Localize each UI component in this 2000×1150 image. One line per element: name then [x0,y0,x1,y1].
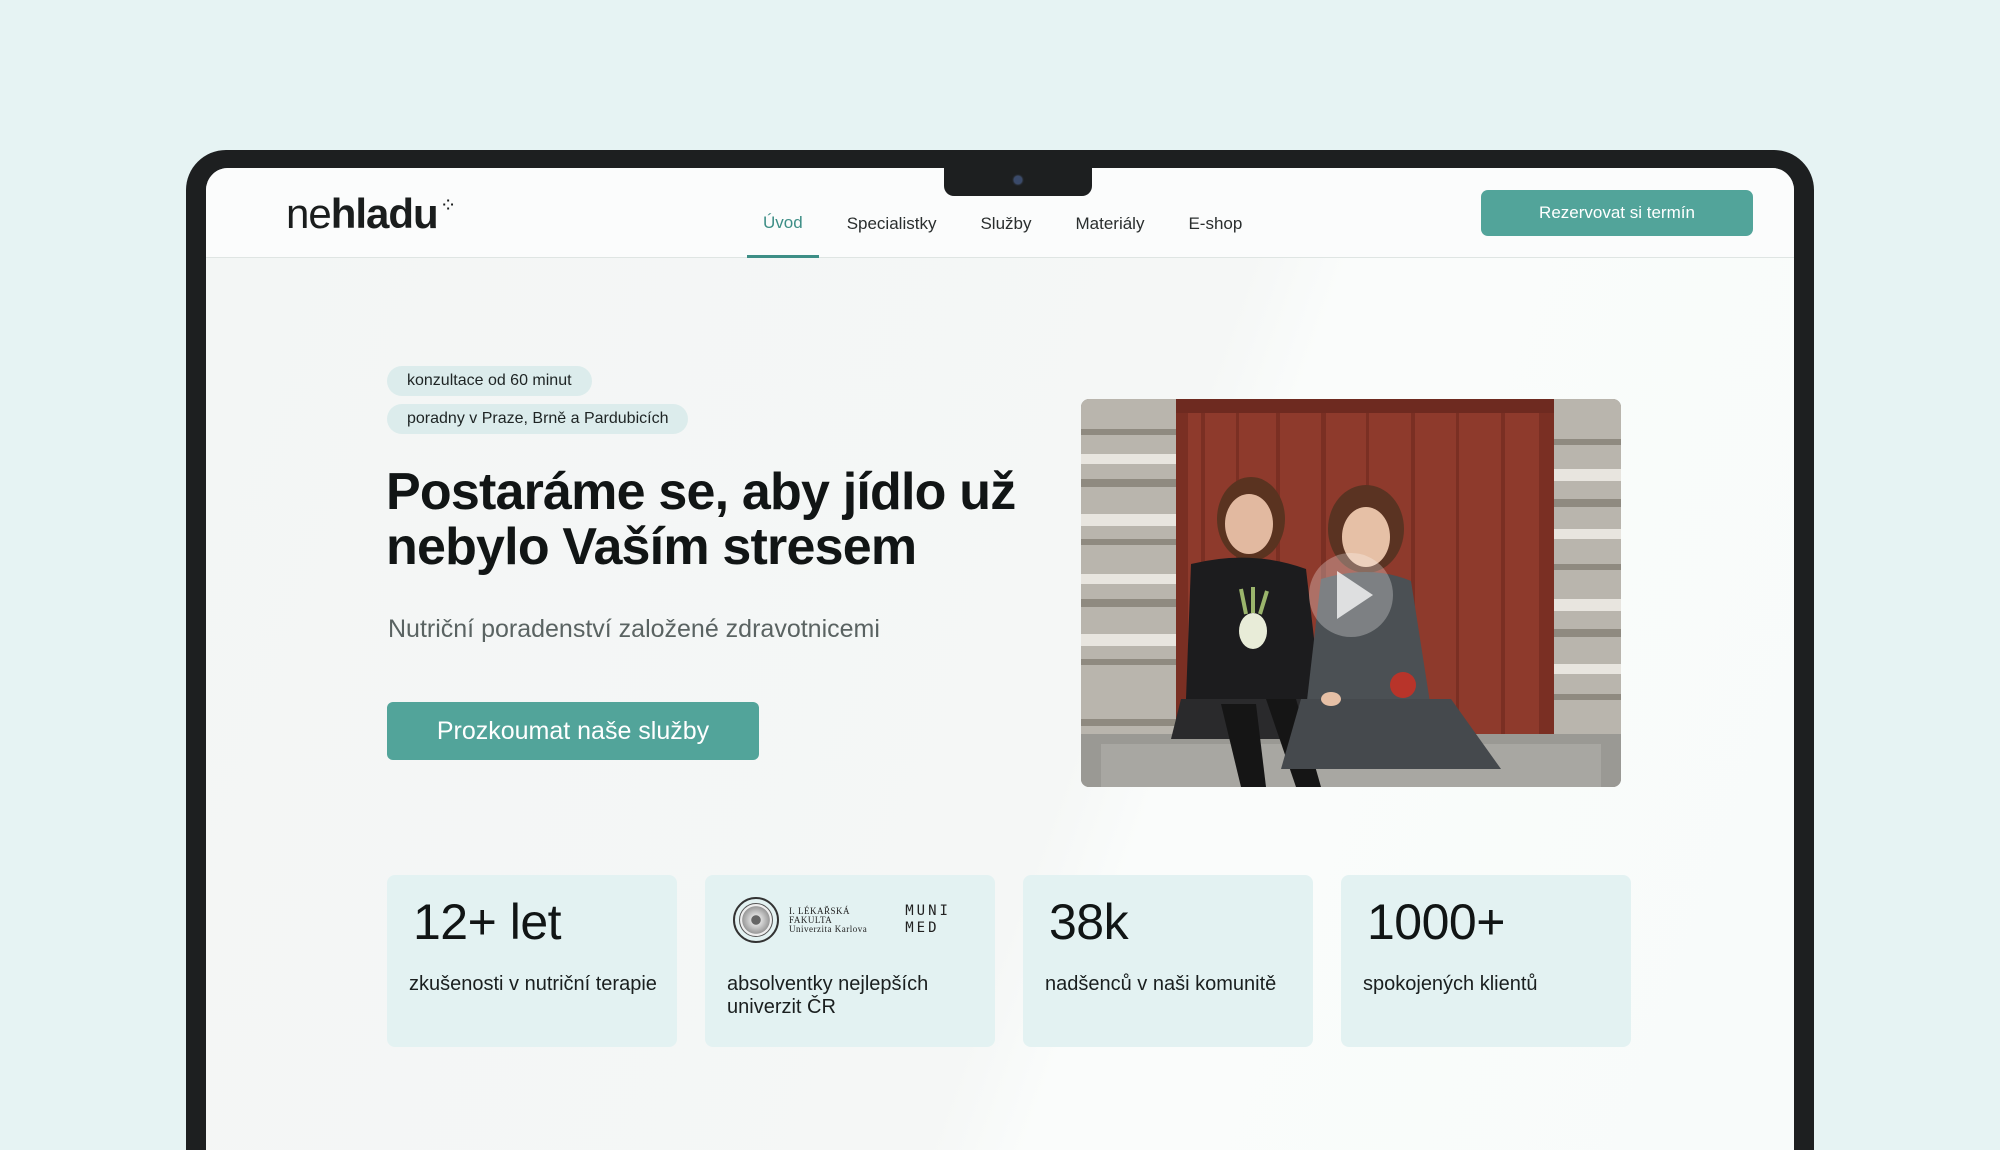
muni-med-logo: MUNI MED [905,903,951,936]
stat-label: zkušenosti v nutriční terapie [409,973,657,995]
nav-item-sluzby[interactable]: Služby [964,190,1047,258]
university-logos: I. LÉKAŘSKÁ FAKULTA Univerzita Karlova M… [733,895,973,945]
laptop-frame: ne hladu ⁘ Úvod Specialistky Služby Materi… [186,150,1814,1150]
stat-value: 38k [1049,894,1129,950]
stat-label: nadšenců v naši komunitě [1045,973,1277,995]
stat-card-experience: 12+ let zkušenosti v nutriční terapie [387,875,677,1047]
play-icon [1309,553,1393,637]
logo-light-text: ne [286,190,332,237]
hero-chips: konzultace od 60 minut poradny v Praze, … [387,366,689,442]
explore-services-button[interactable]: Prozkoumat naše služby [387,702,759,760]
chip-locations: poradny v Praze, Brně a Pardubicích [387,404,689,434]
hero-video-thumbnail[interactable] [1081,399,1621,787]
stat-value: 1000+ [1367,894,1505,950]
nav-item-specialistky[interactable]: Specialistky [831,190,953,258]
university-seal-icon [733,897,779,943]
lf-logo-text: I. LÉKAŘSKÁ FAKULTA Univerzita Karlova [789,905,868,934]
stat-value: 12+ let [413,894,562,950]
nav-item-uvod[interactable]: Úvod [747,190,819,258]
hero-photo [1081,399,1621,787]
stat-label: absolventky nejlepších univerzit ČR [727,973,929,1018]
stat-card-clients: 1000+ spokojených klientů [1341,875,1631,1047]
nav-item-materialy[interactable]: Materiály [1059,190,1160,258]
chip-consultation-length: konzultace od 60 minut [387,366,592,396]
camera-notch [944,168,1092,196]
logo-bold-text: hladu [330,190,439,237]
stat-label: spokojených klientů [1363,973,1538,995]
reserve-button[interactable]: Rezervovat si termín [1481,190,1753,236]
logo-spark-icon: ⁘ [439,193,457,217]
camera-icon [1014,176,1022,184]
nav-item-eshop[interactable]: E-shop [1172,190,1258,258]
stat-card-community: 38k nadšenců v naši komunitě [1023,875,1313,1047]
hero-subtitle: Nutriční poradenství založené zdravotnic… [388,615,880,643]
site-logo[interactable]: ne hladu ⁘ [286,190,457,238]
hero-title: Postaráme se, aby jídlo už nebylo Vaším … [386,463,1016,576]
browser-screen: ne hladu ⁘ Úvod Specialistky Služby Materi… [206,168,1794,1150]
stat-card-universities: I. LÉKAŘSKÁ FAKULTA Univerzita Karlova M… [705,875,995,1047]
